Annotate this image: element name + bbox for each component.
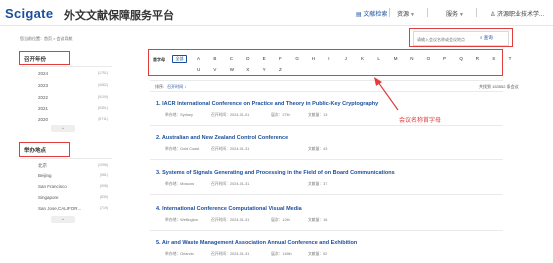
conference-title-link[interactable]: 2. Australian and New Zealand Control Co… [156,135,288,141]
conference-date: 召开时间：2024-01-31 [211,147,250,151]
conference-count: 文献量：37 [308,182,328,186]
conference-title-link[interactable]: 1. IACR International Conference on Prac… [156,101,378,107]
conference-title-link[interactable]: 3. Systems of Signals Generating and Pro… [156,170,395,176]
conference-title-link[interactable]: 5. Air and Waste Management Association … [156,240,357,246]
annotation-text: 会议名称首字母 [399,118,442,124]
conference-date: 召开时间：2024-01-01 [211,113,250,117]
conference-count: 文献量：13 [308,113,328,117]
conference-session: 届次：27th [271,113,290,117]
conference-place: 举办地：Gold Coast [165,147,200,151]
conference-count: 文献量：43 [308,147,328,151]
conference-place: 举办地：Wellington [165,218,198,222]
divider [150,194,503,195]
divider [150,159,503,160]
conference-date: 召开时间：2024-01-31 [211,182,250,186]
conference-session: 届次：116th [271,252,292,256]
conference-place: 举办地：Moscow [165,182,195,186]
conference-count: 文献量：52 [308,252,328,256]
conference-place: 举办地：Orlando [165,252,194,256]
divider [150,230,503,231]
conference-date: 召开时间：2024-01-31 [211,218,250,222]
annotation-arrow [374,77,399,111]
conference-session: 届次：12th [271,218,290,222]
conference-place: 举办地：Sydney [165,113,193,117]
conference-count: 文献量：16 [308,218,328,222]
divider [150,125,503,126]
conference-title-link[interactable]: 4. International Conference Computationa… [156,206,302,212]
conference-date: 召开时间：2024-01-31 [211,252,250,256]
